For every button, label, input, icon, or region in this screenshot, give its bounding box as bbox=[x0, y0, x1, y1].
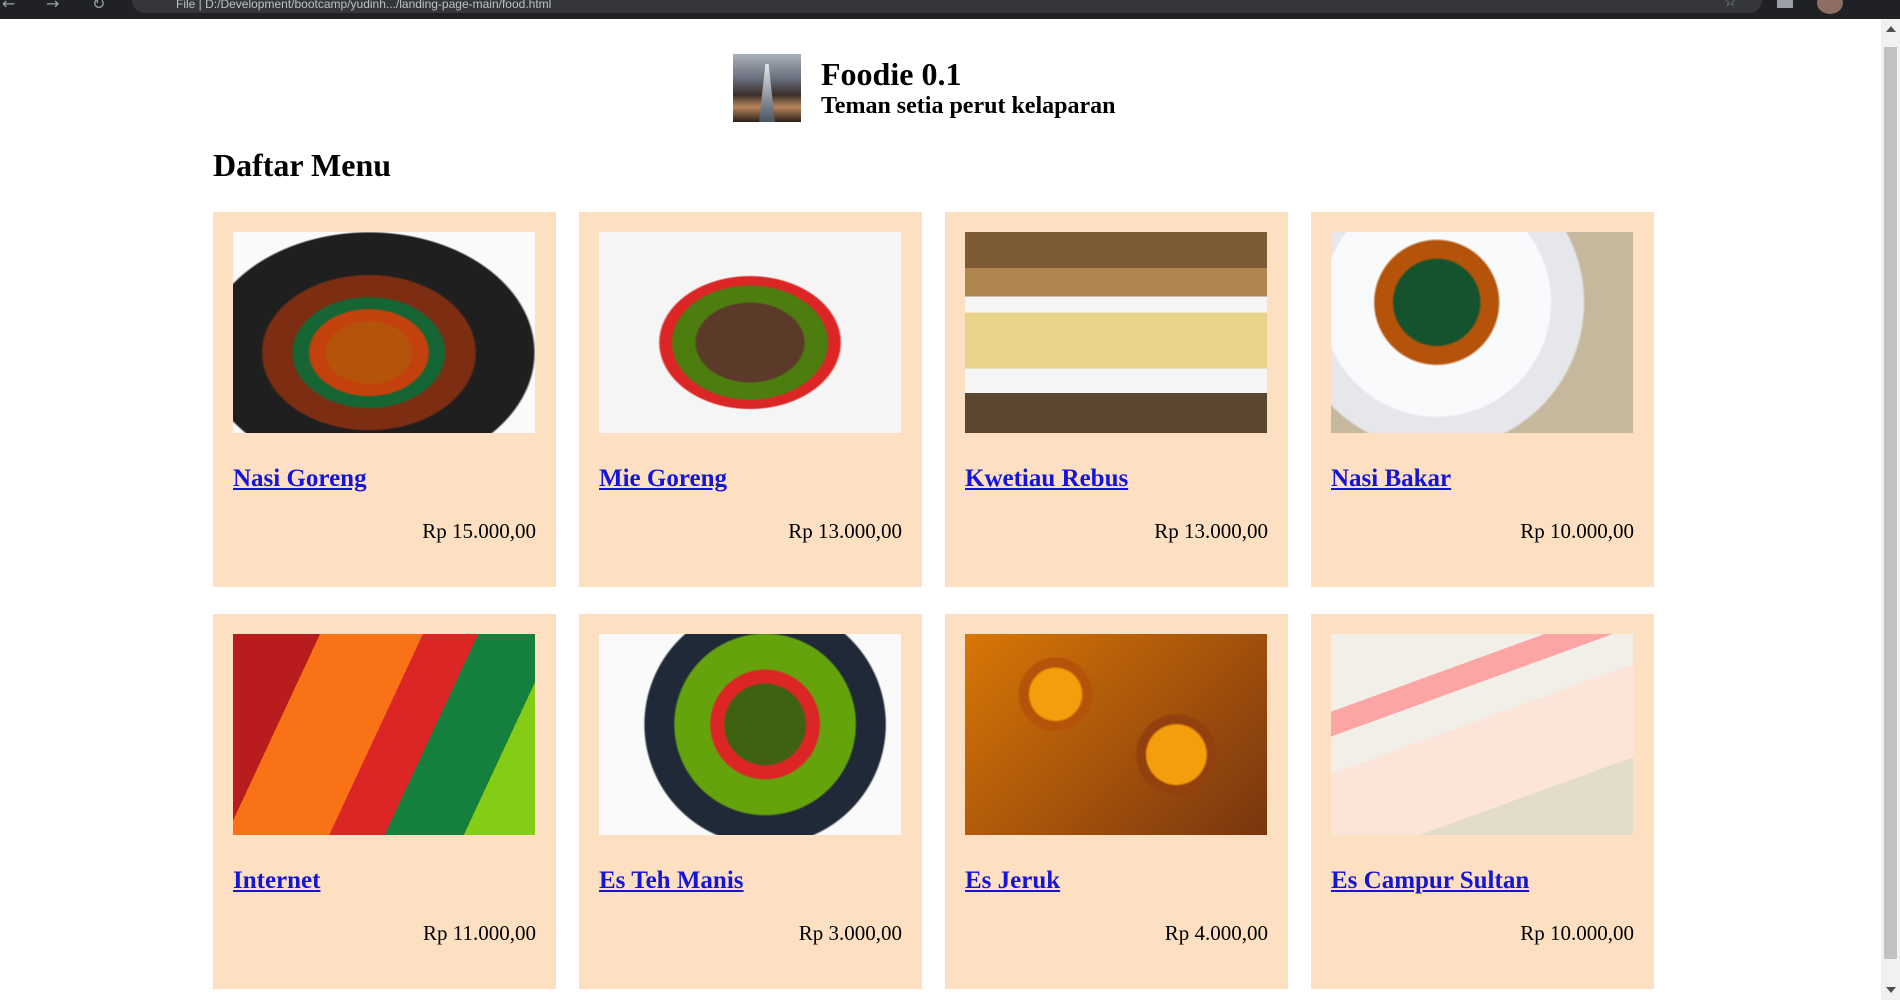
menu-item-link[interactable]: Es Jeruk bbox=[965, 866, 1268, 896]
menu-item-link[interactable]: Mie Goreng bbox=[599, 464, 902, 494]
menu-item-price: Rp 3.000,00 bbox=[798, 921, 902, 945]
menu-item-link[interactable]: Nasi Goreng bbox=[233, 464, 536, 494]
food-image bbox=[965, 634, 1267, 835]
forward-icon[interactable]: → bbox=[46, 0, 59, 13]
brand: Foodie 0.1 Teman setia perut kelaparan bbox=[821, 56, 1115, 120]
menu-card: Es Campur Sultan Rp 10.000,00 bbox=[1311, 614, 1654, 989]
site-header: Foodie 0.1 Teman setia perut kelaparan bbox=[733, 53, 1115, 123]
profile-avatar[interactable] bbox=[1817, 0, 1843, 14]
bookmark-star-icon[interactable]: ☆ bbox=[1724, 0, 1737, 10]
address-bar[interactable]: File | D:/Development/bootcamp/yudinh...… bbox=[132, 0, 1762, 13]
menu-item-price: Rp 15.000,00 bbox=[422, 519, 536, 543]
menu-card: Es Jeruk Rp 4.000,00 bbox=[945, 614, 1288, 989]
scrollbar-thumb[interactable] bbox=[1884, 47, 1897, 959]
menu-item-link[interactable]: Nasi Bakar bbox=[1331, 464, 1634, 494]
back-icon[interactable]: ← bbox=[2, 0, 15, 13]
food-image bbox=[1331, 634, 1633, 835]
food-image bbox=[1331, 232, 1633, 433]
vertical-scrollbar[interactable] bbox=[1881, 19, 1900, 1000]
menu-card: Es Teh Manis Rp 3.000,00 bbox=[579, 614, 922, 989]
menu-item-price: Rp 13.000,00 bbox=[1154, 519, 1268, 543]
menu-item-link[interactable]: Internet bbox=[233, 866, 536, 896]
extensions-icon[interactable] bbox=[1777, 0, 1793, 8]
browser-toolbar: ← → ↻ File | D:/Development/bootcamp/yud… bbox=[0, 0, 1900, 19]
menu-item-link[interactable]: Es Teh Manis bbox=[599, 866, 902, 896]
site-tagline: Teman setia perut kelaparan bbox=[821, 93, 1116, 119]
food-image bbox=[965, 232, 1267, 433]
menu-card: Nasi Goreng Rp 15.000,00 bbox=[213, 212, 556, 587]
food-image bbox=[233, 232, 535, 433]
site-title: Foodie 0.1 bbox=[821, 56, 962, 92]
menu-card: Internet Rp 11.000,00 bbox=[213, 614, 556, 989]
reload-icon[interactable]: ↻ bbox=[92, 0, 105, 13]
logo-image bbox=[733, 54, 801, 122]
scroll-up-icon[interactable] bbox=[1886, 26, 1896, 32]
menu-item-price: Rp 10.000,00 bbox=[1520, 519, 1634, 543]
food-image bbox=[233, 634, 535, 835]
menu-item-price: Rp 10.000,00 bbox=[1520, 921, 1634, 945]
menu-card: Kwetiau Rebus Rp 13.000,00 bbox=[945, 212, 1288, 587]
menu-grid: Nasi Goreng Rp 15.000,00 Mie Goreng Rp 1… bbox=[213, 212, 1654, 989]
section-title: Daftar Menu bbox=[213, 147, 392, 183]
menu-card: Mie Goreng Rp 13.000,00 bbox=[579, 212, 922, 587]
menu-item-link[interactable]: Kwetiau Rebus bbox=[965, 464, 1268, 494]
scroll-down-icon[interactable] bbox=[1886, 987, 1896, 993]
menu-item-price: Rp 13.000,00 bbox=[788, 519, 902, 543]
food-image bbox=[599, 634, 901, 835]
menu-item-price: Rp 11.000,00 bbox=[423, 921, 536, 945]
menu-card: Nasi Bakar Rp 10.000,00 bbox=[1311, 212, 1654, 587]
food-image bbox=[599, 232, 901, 433]
menu-item-link[interactable]: Es Campur Sultan bbox=[1331, 866, 1634, 896]
menu-item-price: Rp 4.000,00 bbox=[1164, 921, 1268, 945]
